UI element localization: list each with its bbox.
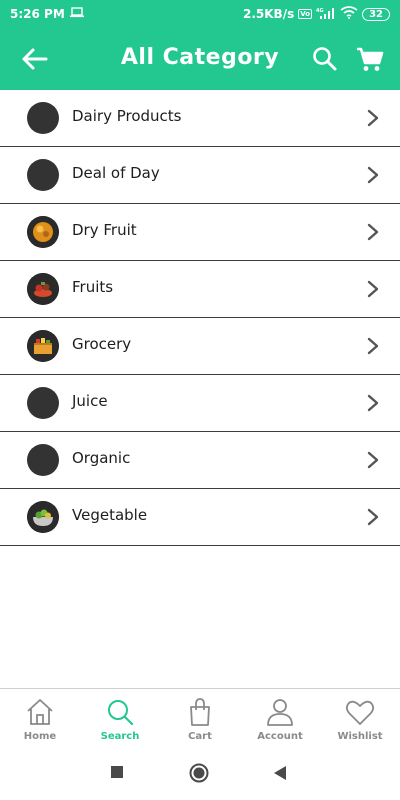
chevron-right-icon [367,394,379,412]
organic-thumbnail [27,444,59,476]
status-bar-right: 2.5KB/s Vo 4G 32 [243,6,390,22]
category-row-deal-of-day[interactable]: Deal of Day [0,147,400,204]
category-label: Organic [72,449,131,467]
cart-button[interactable] [353,44,385,74]
category-row-grocery[interactable]: Grocery [0,318,400,375]
category-list: Dairy Products Deal of Day Dry Fruit Fru… [0,90,400,546]
wifi-icon [340,6,358,22]
volte-badge: Vo [298,9,313,19]
app-bar: All Category [0,28,400,90]
search-button[interactable] [310,44,340,74]
category-label: Vegetable [72,506,148,524]
juice-thumbnail [27,387,59,419]
nav-label: Search [100,731,140,742]
chevron-right-icon [367,451,379,469]
battery-indicator: 32 [362,7,390,21]
laptop-icon [69,7,84,21]
category-row-vegetable[interactable]: Vegetable [0,489,400,546]
category-label: Deal of Day [72,164,160,182]
nav-label: Home [23,731,57,742]
chevron-right-icon [367,166,379,184]
heart-icon [345,700,375,725]
nav-account[interactable]: Account [240,689,320,746]
home-icon [27,699,53,725]
back-triangle-icon[interactable] [272,765,288,781]
person-icon [267,699,293,726]
category-label: Dairy Products [72,107,182,125]
category-row-dairy-products[interactable]: Dairy Products [0,90,400,147]
grocery-thumbnail [27,330,59,362]
system-navigation-bar [0,746,400,800]
category-row-juice[interactable]: Juice [0,375,400,432]
chevron-right-icon [367,223,379,241]
signal-icon: 4G [316,7,336,22]
nav-search[interactable]: Search [80,689,160,746]
chevron-right-icon [367,109,379,127]
home-circle-icon[interactable] [189,763,209,783]
status-time: 5:26 PM [10,7,65,21]
shopping-cart-icon [357,47,384,71]
search-icon [108,700,134,726]
category-label: Fruits [72,278,114,296]
bottom-navigation: Home Search Cart Account Wishlist [0,688,400,746]
status-bar-left: 5:26 PM [10,7,84,21]
nav-home[interactable]: Home [0,689,80,746]
nav-label: Wishlist [337,731,383,742]
dry-fruit-thumbnail [27,216,59,248]
page-title: All Category [120,45,280,70]
network-type: 4G [316,8,324,14]
recent-apps-icon[interactable] [110,765,124,779]
category-row-fruits[interactable]: Fruits [0,261,400,318]
category-label: Juice [72,392,108,410]
category-label: Grocery [72,335,132,353]
dairy-products-thumbnail [27,102,59,134]
status-bar: 5:26 PM 2.5KB/s Vo 4G 32 [0,0,400,28]
deal-of-day-thumbnail [27,159,59,191]
chevron-right-icon [367,337,379,355]
category-row-organic[interactable]: Organic [0,432,400,489]
fruits-thumbnail [27,273,59,305]
nav-label: Account [257,731,303,742]
category-label: Dry Fruit [72,221,137,239]
search-icon [313,47,337,71]
nav-cart[interactable]: Cart [160,689,240,746]
nav-label: Cart [188,731,212,742]
vegetable-thumbnail [27,501,59,533]
category-row-dry-fruit[interactable]: Dry Fruit [0,204,400,261]
chevron-right-icon [367,508,379,526]
nav-wishlist[interactable]: Wishlist [320,689,400,746]
chevron-right-icon [367,280,379,298]
shopping-bag-icon [190,698,210,726]
network-speed: 2.5KB/s [243,7,295,21]
